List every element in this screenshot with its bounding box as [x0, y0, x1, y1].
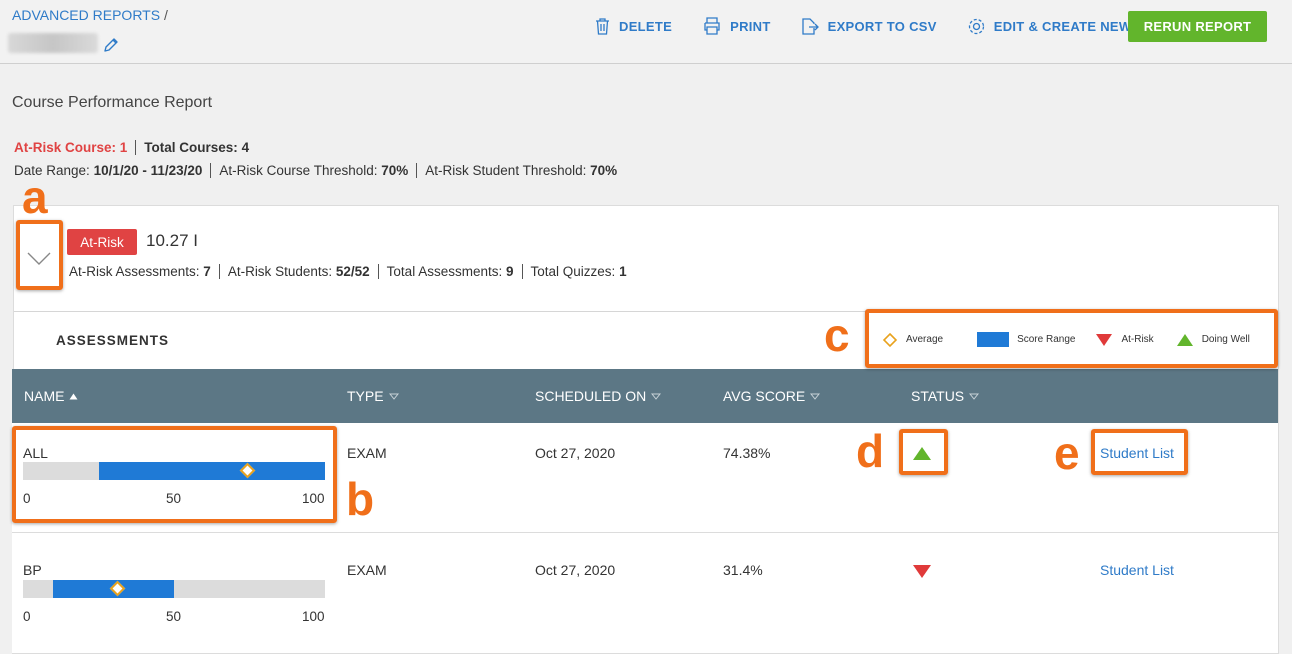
date-range-value: 10/1/20 - 11/23/20	[93, 163, 203, 178]
callout-box-c	[865, 309, 1278, 368]
callout-box-d	[899, 429, 948, 475]
total-courses-label: Total Courses:	[144, 140, 238, 155]
threshold-summary: Date Range: 10/1/20 - 11/23/20 At-Risk Co…	[14, 163, 617, 178]
sort-ascending-icon	[69, 393, 78, 399]
student-threshold-label: At-Risk Student Threshold:	[425, 163, 587, 178]
stat-label: Total Quizzes:	[530, 264, 616, 279]
column-name[interactable]: NAME	[24, 388, 78, 404]
sort-icon	[651, 393, 662, 400]
breadcrumb-separator: /	[163, 7, 168, 23]
student-list-link[interactable]: Student List	[1100, 562, 1174, 578]
edit-create-new-button[interactable]: EDIT & CREATE NEW	[967, 16, 1132, 36]
report-name-redacted	[8, 33, 98, 53]
total-courses-value: 4	[241, 140, 250, 155]
annotation-label-a: a	[22, 171, 48, 223]
annotation-label-b: b	[346, 473, 375, 525]
scale-tick: 50	[166, 609, 182, 624]
column-status-label: STATUS	[911, 388, 965, 404]
scale-tick: 100	[302, 609, 325, 624]
table-row: BP 0 50 100 EXAM Oct 27, 2020 31.4% Stud…	[12, 533, 1278, 654]
divider	[210, 163, 212, 178]
export-csv-button[interactable]: EXPORT TO CSV	[801, 16, 937, 36]
annotation-label-e: e	[1054, 427, 1080, 479]
breadcrumb: ADVANCED REPORTS /	[12, 7, 168, 23]
stat-value: 7	[203, 264, 211, 279]
export-icon	[801, 17, 819, 35]
column-type[interactable]: TYPE	[347, 388, 399, 404]
sort-icon	[969, 393, 980, 400]
scale-tick: 0	[23, 609, 31, 624]
course-threshold-label: At-Risk Course Threshold:	[219, 163, 378, 178]
annotation-label-c: c	[824, 309, 850, 361]
column-type-label: TYPE	[347, 388, 384, 404]
course-stats: At-Risk Assessments: 7 At-Risk Students: …	[69, 264, 627, 279]
callout-box-a	[16, 220, 63, 290]
stat-value: 9	[506, 264, 514, 279]
column-name-label: NAME	[24, 388, 65, 404]
stat-value: 52/52	[335, 264, 370, 279]
stat-label: Total Assessments:	[386, 264, 503, 279]
assessment-name: BP	[23, 562, 42, 578]
divider	[521, 264, 523, 279]
divider	[416, 163, 418, 178]
print-label: PRINT	[730, 18, 771, 34]
at-risk-badge: At-Risk	[67, 229, 137, 255]
divider	[218, 264, 220, 279]
column-avg-label: AVG SCORE	[723, 388, 806, 404]
student-threshold-value: 70%	[590, 163, 618, 178]
stat-label: At-Risk Assessments:	[69, 264, 200, 279]
report-header: ADVANCED REPORTS / DELETE PRINT EXPORT T…	[0, 0, 1292, 64]
gear-icon	[968, 18, 984, 34]
divider	[135, 140, 137, 155]
page-title: Course Performance Report	[12, 94, 213, 111]
annotation-label-d: d	[856, 425, 885, 477]
column-scheduled-label: SCHEDULED ON	[535, 388, 647, 404]
assessments-title: ASSESSMENTS	[56, 333, 170, 348]
divider	[377, 264, 379, 279]
rerun-report-button[interactable]: RERUN REPORT	[1128, 11, 1267, 42]
assessment-type: EXAM	[347, 562, 387, 578]
print-button[interactable]: PRINT	[702, 16, 771, 36]
edit-create-new-label: EDIT & CREATE NEW	[993, 18, 1132, 34]
at-risk-course-count: At-Risk Course: 1	[14, 140, 128, 155]
column-avg-score[interactable]: AVG SCORE	[723, 388, 821, 404]
export-csv-label: EXPORT TO CSV	[827, 18, 937, 34]
stat-value: 1	[619, 264, 627, 279]
printer-icon	[704, 17, 720, 35]
sort-icon	[810, 393, 821, 400]
assessments-table-header: NAME TYPE SCHEDULED ON AVG SCORE STATUS	[12, 369, 1278, 423]
course-name: 10.27 I	[146, 231, 198, 250]
course-threshold-value: 70%	[381, 163, 409, 178]
score-scale	[23, 580, 325, 598]
scheduled-date: Oct 27, 2020	[535, 445, 616, 461]
sort-icon	[388, 393, 399, 400]
avg-score: 74.38%	[723, 445, 771, 461]
scheduled-date: Oct 27, 2020	[535, 562, 616, 578]
callout-box-b	[12, 426, 337, 523]
column-status[interactable]: STATUS	[911, 388, 980, 404]
column-scheduled-on[interactable]: SCHEDULED ON	[535, 388, 662, 404]
delete-button[interactable]: DELETE	[594, 16, 672, 36]
stat-label: At-Risk Students:	[227, 264, 333, 279]
breadcrumb-advanced-reports[interactable]: ADVANCED REPORTS	[12, 7, 160, 23]
at-risk-icon	[913, 565, 931, 578]
delete-label: DELETE	[619, 18, 673, 34]
avg-score: 31.4%	[723, 562, 763, 578]
pencil-icon[interactable]	[102, 36, 120, 54]
toolbar: DELETE PRINT EXPORT TO CSV EDIT & CREATE…	[594, 16, 1161, 36]
callout-box-e	[1091, 429, 1188, 475]
course-summary: At-Risk Course: 1 Total Courses: 4	[14, 140, 249, 155]
assessment-type: EXAM	[347, 445, 387, 461]
trash-icon	[596, 17, 609, 35]
